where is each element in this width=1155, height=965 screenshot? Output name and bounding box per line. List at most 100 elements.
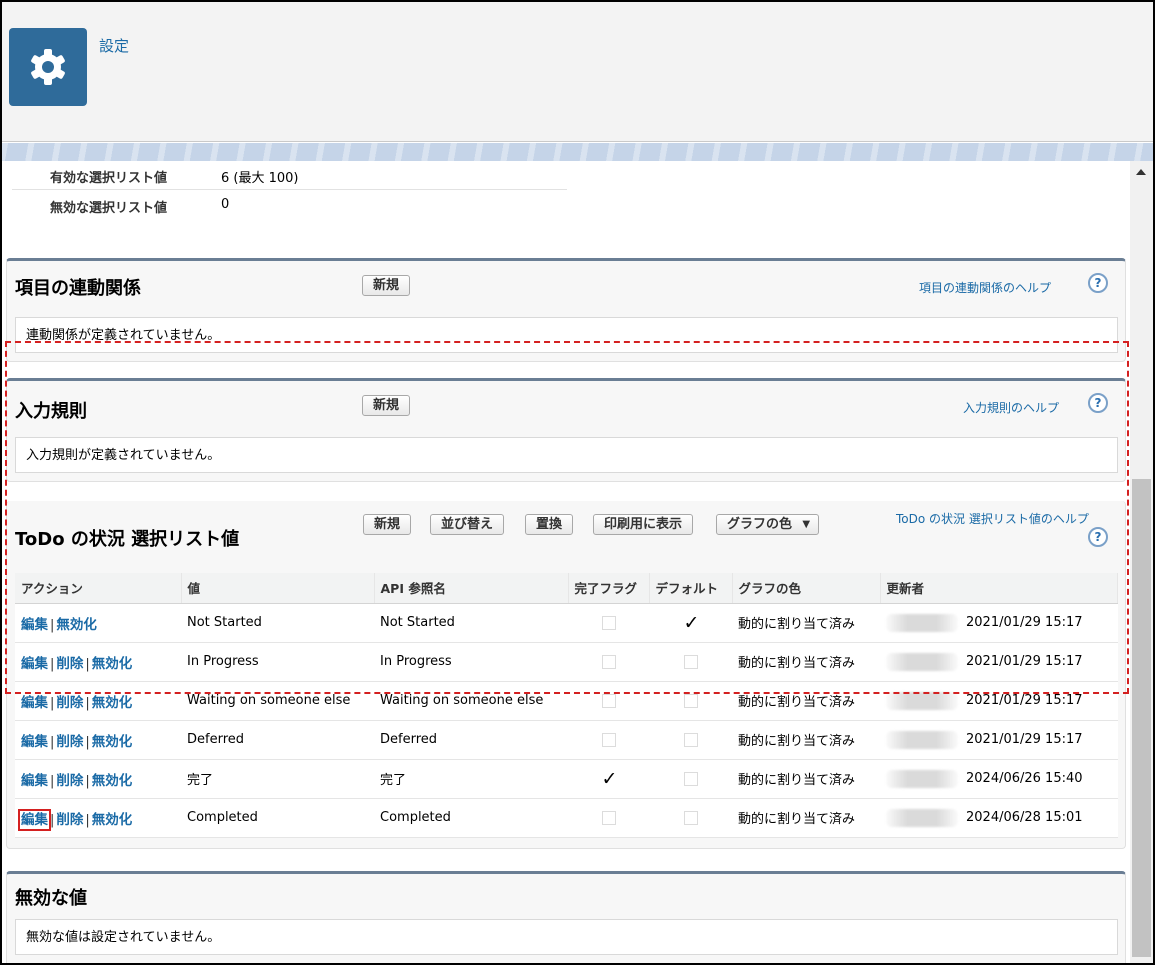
value-cell: In Progress [181, 642, 374, 682]
section-title: 無効な値 [15, 888, 87, 909]
deactivate-link[interactable]: 無効化 [92, 695, 133, 711]
dependency-help-link[interactable]: 項目の連動関係のヘルプ [919, 279, 1051, 296]
unchecked-box-icon [601, 615, 616, 630]
action-separator: | [85, 695, 90, 711]
column-header: グラフの色 [732, 573, 881, 604]
redacted-user-name [886, 613, 958, 632]
validation-empty-message: 入力規則が定義されていません。 [15, 437, 1118, 473]
delete-link[interactable]: 削除 [56, 812, 83, 828]
edit-link[interactable]: 編集 [18, 808, 51, 831]
delete-link[interactable]: 削除 [56, 656, 83, 672]
check-icon: ✓ [683, 611, 700, 634]
unchecked-box-icon [683, 654, 698, 669]
delete-link[interactable]: 削除 [56, 695, 83, 711]
sort-button[interactable]: 並び替え [430, 514, 505, 535]
scroll-up-arrow-icon[interactable] [1136, 169, 1146, 175]
deactivate-link[interactable]: 無効化 [92, 773, 133, 789]
unchecked-box-icon [601, 732, 616, 747]
action-separator: | [50, 695, 55, 711]
closed-flag-cell [568, 603, 649, 643]
column-header: デフォルト [649, 573, 733, 604]
modified-by-cell: 2021/01/29 15:17 [880, 603, 1118, 643]
replace-button[interactable]: 置換 [525, 514, 574, 535]
chart-color-cell: 動的に割り当て済み [732, 759, 880, 799]
validation-rules-section: 入力規則 新規 入力規則のヘルプ ? 入力規則が定義されていません。 [6, 378, 1126, 482]
new-validation-rule-button[interactable]: 新規 [362, 395, 411, 416]
table-header-row: アクション 値 API 参照名 完了フラグ デフォルト グラフの色 更新者 [15, 573, 1118, 604]
api-name-cell: Not Started [374, 603, 568, 643]
row-actions: 編集 | 削除 | 無効化 [15, 759, 181, 799]
delete-link[interactable]: 削除 [56, 773, 83, 789]
edit-link[interactable]: 編集 [21, 617, 48, 633]
modified-date: 2021/01/29 15:17 [966, 654, 1083, 669]
inactive-empty-message: 無効な値は設定されていません。 [15, 919, 1118, 955]
section-title: 入力規則 [15, 401, 87, 422]
action-separator: | [85, 812, 90, 828]
redacted-user-name [886, 652, 958, 671]
new-dependency-button[interactable]: 新規 [362, 275, 411, 296]
vertical-scrollbar[interactable] [1130, 161, 1153, 963]
edit-link[interactable]: 編集 [21, 734, 48, 750]
scrollbar-thumb[interactable] [1132, 479, 1151, 957]
chart-color-cell: 動的に割り当て済み [732, 642, 880, 682]
default-cell: ✓ [649, 603, 732, 643]
active-values-count: 6 (最大 100) [221, 171, 299, 186]
default-cell [649, 759, 732, 799]
help-icon[interactable]: ? [1088, 273, 1108, 293]
action-separator: | [50, 656, 55, 672]
edit-link[interactable]: 編集 [21, 773, 48, 789]
edit-link[interactable]: 編集 [21, 656, 48, 672]
action-separator: | [50, 812, 55, 828]
validation-help-link[interactable]: 入力規則のヘルプ [963, 399, 1059, 416]
header-wave-divider [2, 143, 1153, 161]
edit-link[interactable]: 編集 [21, 695, 48, 711]
chevron-down-icon: ▼ [802, 519, 811, 530]
new-value-button[interactable]: 新規 [363, 514, 412, 535]
print-view-button[interactable]: 印刷用に表示 [593, 514, 694, 535]
info-divider [12, 189, 567, 190]
api-name-cell: In Progress [374, 642, 568, 682]
row-actions: 編集 | 削除 | 無効化 [15, 681, 181, 721]
delete-link[interactable]: 削除 [56, 734, 83, 750]
check-icon: ✓ [601, 767, 618, 790]
redacted-user-name [886, 769, 958, 788]
deactivate-link[interactable]: 無効化 [56, 617, 97, 633]
table-row: 編集 | 削除 | 無効化 Deferred Deferred 動的に割り当て済み 2021/0… [15, 720, 1118, 760]
chart-color-cell: 動的に割り当て済み [732, 798, 880, 838]
deactivate-link[interactable]: 無効化 [92, 656, 133, 672]
page-header: 設定 [2, 2, 1153, 142]
help-icon[interactable]: ? [1088, 527, 1108, 547]
section-title: 項目の連動関係 [15, 278, 141, 299]
chart-color-button[interactable]: グラフの色 ▼ [716, 514, 820, 535]
section-title: ToDo の状況 選択リスト値 [15, 529, 240, 550]
chart-color-cell: 動的に割り当て済み [732, 603, 880, 643]
table-row: 編集 | 無効化 Not Started Not Started ✓ 動的に割り当て済み 20… [15, 603, 1118, 643]
modified-date: 2024/06/28 15:01 [966, 810, 1083, 825]
modified-date: 2021/01/29 15:17 [966, 732, 1083, 747]
action-separator: | [85, 656, 90, 672]
modified-date: 2021/01/29 15:17 [966, 693, 1083, 708]
active-values-label: 有効な選択リスト値 [50, 171, 168, 186]
help-icon[interactable]: ? [1088, 393, 1108, 413]
column-header: 値 [181, 573, 375, 604]
unchecked-box-icon [683, 693, 698, 708]
value-cell: Waiting on someone else [181, 681, 374, 721]
picklist-help-link[interactable]: ToDo の状況 選択リスト値のヘルプ [896, 510, 1089, 527]
picklist-values-table: アクション 値 API 参照名 完了フラグ デフォルト グラフの色 更新者 編集… [15, 573, 1118, 838]
closed-flag-cell [568, 681, 649, 721]
closed-flag-cell: ✓ [568, 759, 649, 799]
chart-color-cell: 動的に割り当て済み [732, 681, 880, 721]
default-cell [649, 681, 732, 721]
row-actions: 編集 | 削除 | 無効化 [15, 798, 181, 838]
unchecked-box-icon [601, 693, 616, 708]
deactivate-link[interactable]: 無効化 [92, 812, 133, 828]
default-cell [649, 720, 732, 760]
setup-app-icon [9, 28, 87, 106]
table-row: 編集 | 削除 | 無効化 In Progress In Progress 動的に割り当て済み… [15, 642, 1118, 682]
closed-flag-cell [568, 642, 649, 682]
deactivate-link[interactable]: 無効化 [92, 734, 133, 750]
unchecked-box-icon [601, 654, 616, 669]
page-title[interactable]: 設定 [99, 35, 129, 56]
row-actions: 編集 | 削除 | 無効化 [15, 642, 181, 682]
action-separator: | [85, 773, 90, 789]
